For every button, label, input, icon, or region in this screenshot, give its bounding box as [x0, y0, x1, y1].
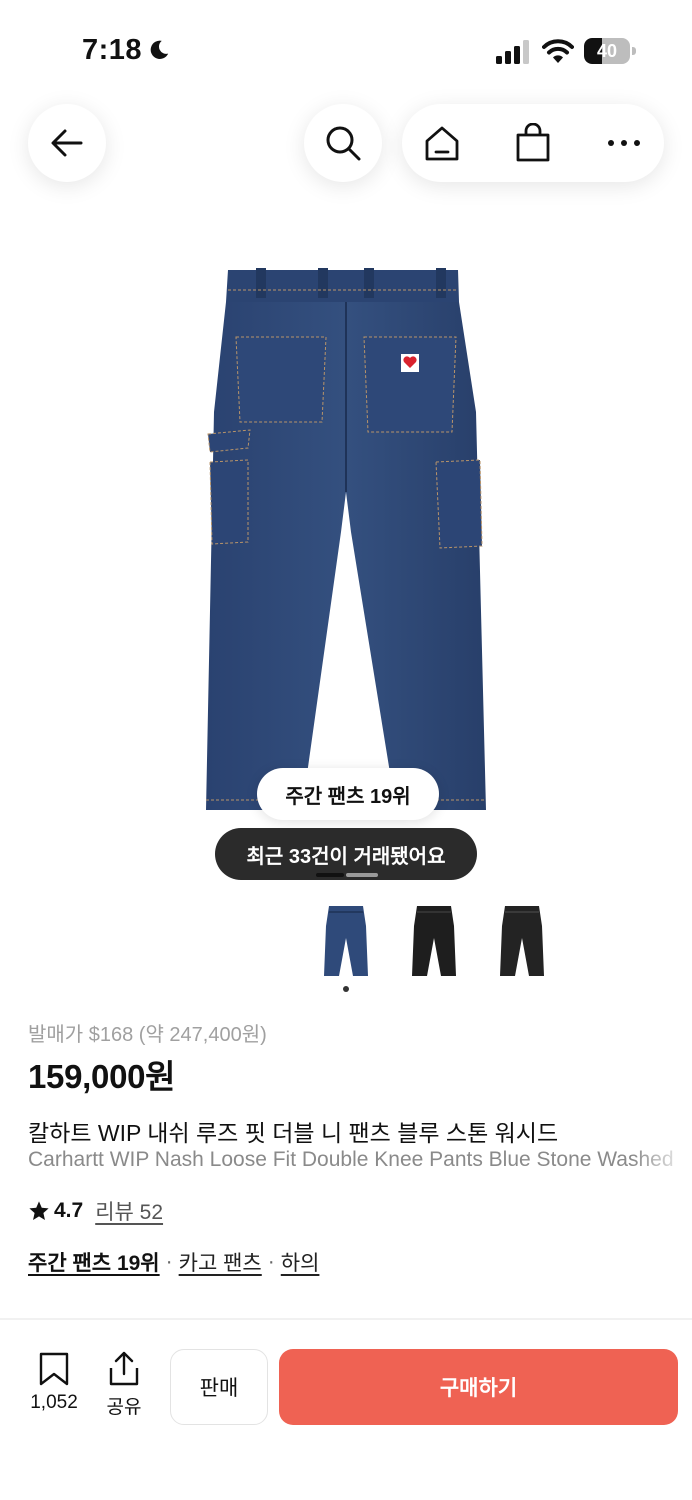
sell-button[interactable]: 판매 [170, 1349, 268, 1425]
nav-action-group [402, 104, 664, 182]
home-button[interactable] [422, 123, 462, 163]
shopping-bag-button[interactable] [513, 123, 553, 163]
cellular-signal-icon [496, 40, 529, 64]
thumbnail-black-rinsed[interactable] [411, 902, 457, 978]
product-name-english-container: Carhartt WIP Nash Loose Fit Double Knee … [28, 1148, 692, 1178]
product-name-korean: 칼하트 WIP 내쉬 루즈 핏 더블 니 팬츠 블루 스톤 워시드 [28, 1120, 559, 1146]
back-button[interactable] [28, 104, 106, 182]
rating-row: 4.7 리뷰 52 [28, 1196, 163, 1226]
share-label: 공유 [106, 1397, 142, 1418]
thumbnail-black-washed[interactable] [499, 902, 545, 978]
product-name-english: Carhartt WIP Nash Loose Fit Double Knee … [28, 1148, 674, 1171]
home-icon [425, 126, 459, 161]
product-image[interactable] [196, 262, 496, 826]
tag-weekly-rank[interactable]: 주간 팬츠 19위 [28, 1247, 160, 1277]
price: 159,000원 [28, 1058, 176, 1095]
tag-cargo-pants[interactable]: 카고 팬츠 [179, 1247, 262, 1277]
buy-button[interactable]: 구매하기 [279, 1349, 678, 1425]
battery-icon: 40 [584, 38, 636, 64]
selected-thumbnail-dot [343, 986, 349, 992]
back-arrow-icon [51, 129, 83, 157]
review-link[interactable]: 리뷰 52 [95, 1196, 163, 1226]
moon-icon [150, 40, 169, 59]
search-button[interactable] [304, 104, 382, 182]
thumbnail-blue-denim[interactable] [323, 902, 369, 978]
bookmark-button[interactable]: 1,052 [22, 1350, 86, 1420]
share-button[interactable]: 공유 [96, 1348, 152, 1420]
tag-bottoms[interactable]: 하의 [281, 1247, 320, 1277]
search-icon [326, 126, 361, 161]
bookmark-count: 1,052 [30, 1392, 78, 1413]
status-time: 7:18 [82, 34, 143, 66]
release-price: 발매가 $168 (약 247,400원) [28, 1024, 267, 1046]
battery-percentage: 40 [596, 41, 618, 61]
section-divider [0, 1318, 692, 1320]
category-tags: 주간 팬츠 19위 · 카고 팬츠 · 하의 [28, 1247, 319, 1277]
share-icon [109, 1351, 139, 1386]
wifi-icon [542, 39, 574, 63]
shopping-bag-icon [516, 123, 550, 162]
more-icon [608, 140, 640, 146]
status-bar: 7:18 40 [0, 0, 692, 100]
tag-separator: · [267, 1250, 275, 1273]
bookmark-icon [39, 1352, 69, 1386]
star-icon [29, 1201, 49, 1220]
weekly-rank-badge[interactable]: 주간 팬츠 19위 [257, 768, 439, 820]
tag-separator: · [165, 1250, 173, 1273]
rating-value: 4.7 [54, 1199, 84, 1222]
image-page-indicator [316, 873, 378, 877]
more-button[interactable] [604, 123, 644, 163]
